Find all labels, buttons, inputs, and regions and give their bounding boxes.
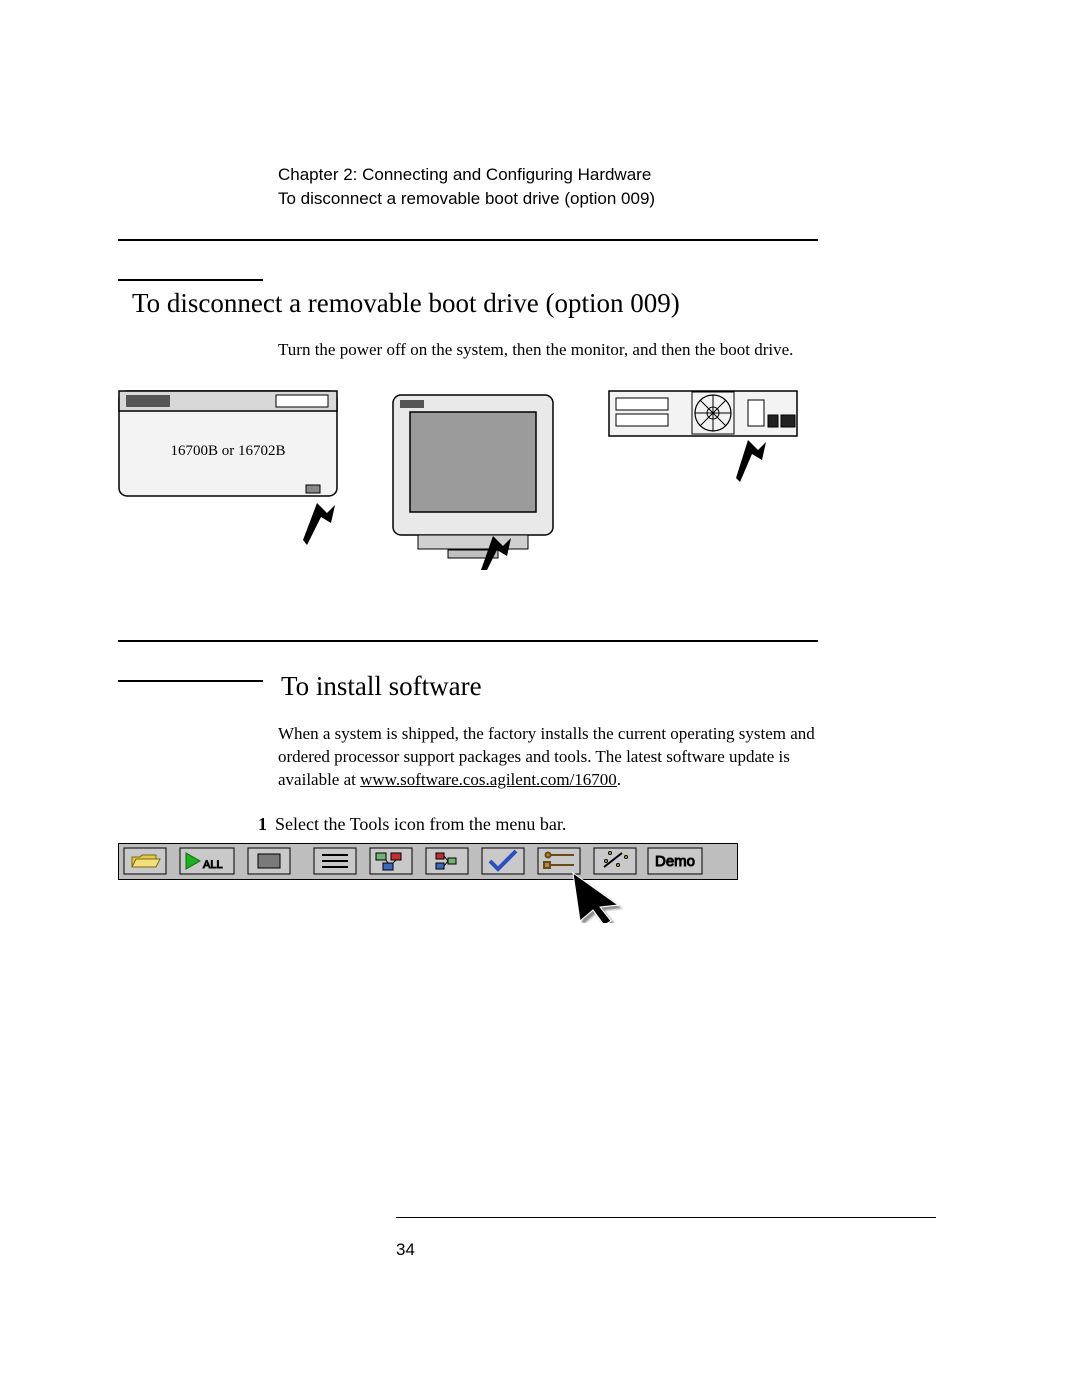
body-text-post: . [617, 770, 621, 789]
pointer-arrow-icon [736, 440, 766, 482]
toolbar-demo-label: Demo [655, 853, 695, 870]
instrument-chassis-figure: 16700B or 16702B [118, 390, 338, 560]
toolbar-wizard-button[interactable] [594, 848, 636, 874]
section-install: To install software When a system is shi… [118, 670, 818, 922]
step-line: 1 Select the Tools icon from the menu bar… [258, 814, 818, 835]
section-body: Turn the power off on the system, then t… [278, 339, 818, 362]
section-rule [118, 279, 263, 281]
device-label: 16700B or 16702B [170, 443, 285, 459]
step-text: Select the Tools icon from the menu bar. [275, 814, 566, 834]
figure-row: 16700B or 16702B [118, 390, 818, 570]
boot-drive-figure [608, 390, 798, 500]
software-link[interactable]: www.software.cos.agilent.com/16700 [360, 770, 617, 789]
toolbar-check-button[interactable] [482, 848, 524, 874]
section-title: To install software [281, 670, 482, 702]
section-title: To disconnect a removable boot drive (op… [132, 287, 680, 319]
pointer-arrow-icon [303, 503, 335, 545]
chapter-label: Chapter 2: Connecting and Configuring Ha… [278, 165, 818, 185]
section-subtitle: To disconnect a removable boot drive (op… [278, 189, 818, 209]
page-number: 34 [396, 1240, 415, 1260]
horizontal-rule [118, 239, 818, 241]
toolbar-module-button[interactable] [426, 848, 468, 874]
cursor-icon [573, 873, 618, 923]
section-rule [118, 680, 263, 682]
horizontal-rule [118, 640, 818, 642]
toolbar-all-label: ALL [203, 859, 223, 871]
toolbar-figure: ALL [118, 843, 818, 923]
section-disconnect: To disconnect a removable boot drive (op… [118, 269, 818, 570]
step-number: 1 [258, 814, 267, 834]
footer-rule [396, 1217, 936, 1218]
section-body: When a system is shipped, the factory in… [278, 723, 818, 792]
running-header: Chapter 2: Connecting and Configuring Ha… [278, 165, 818, 209]
monitor-figure [388, 390, 558, 570]
